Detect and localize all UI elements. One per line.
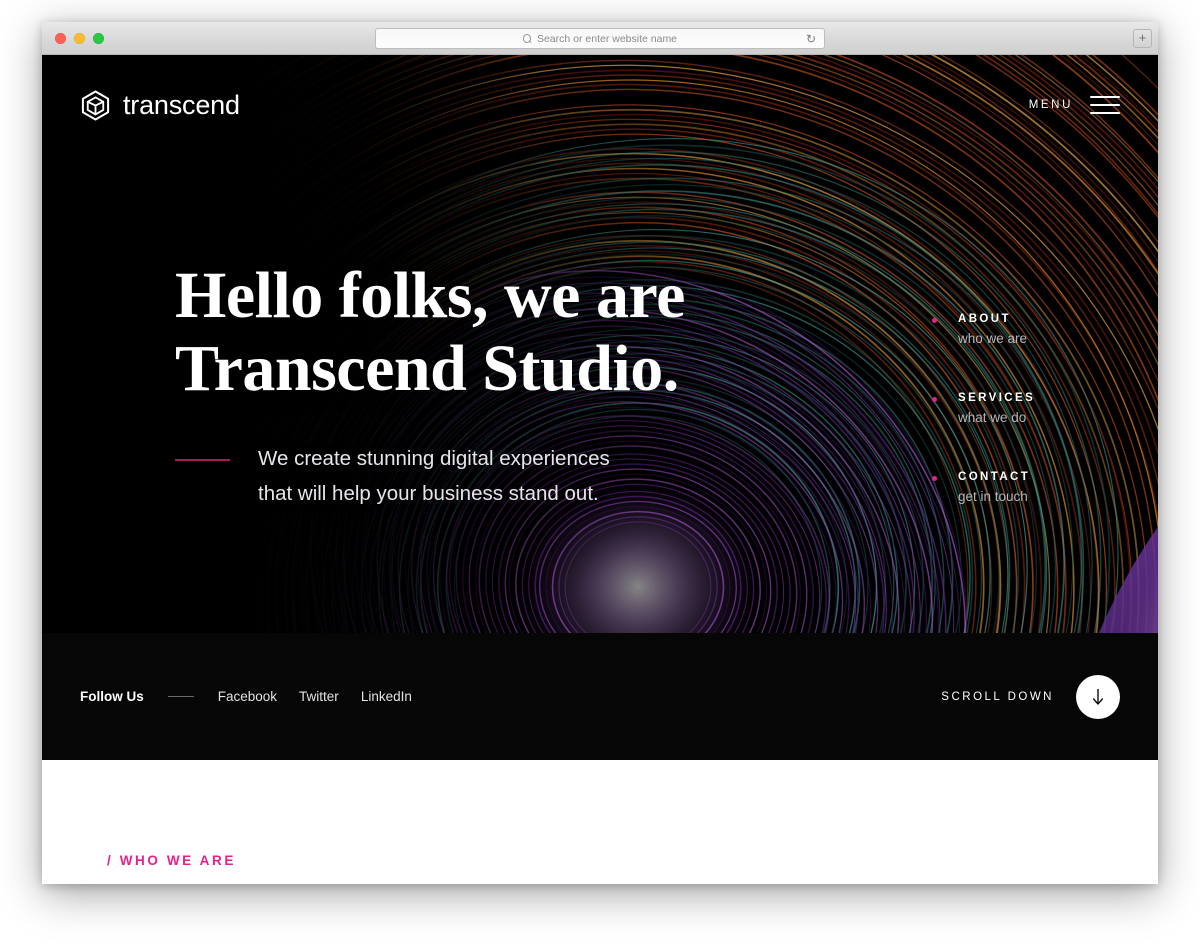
- traffic-lights: [55, 33, 104, 44]
- divider-dash: [167, 696, 194, 697]
- address-bar[interactable]: Search or enter website name ↻: [375, 28, 825, 49]
- hero-sub-bar: Follow Us Facebook Twitter LinkedIn SCRO…: [42, 633, 1158, 760]
- side-nav-item-services[interactable]: SERVICES what we do: [932, 392, 1110, 425]
- social-link-twitter[interactable]: Twitter: [299, 689, 339, 704]
- reload-icon[interactable]: ↻: [806, 33, 816, 45]
- menu-toggle-button[interactable]: MENU: [1029, 96, 1120, 114]
- social-links: Facebook Twitter LinkedIn: [218, 689, 412, 704]
- bullet-icon: [932, 476, 937, 481]
- hero-title-line-1: Hello folks, we are: [175, 259, 685, 332]
- hexagon-cube-icon: [81, 90, 110, 120]
- accent-dash: [175, 459, 230, 461]
- hero-side-nav: ABOUT who we are SERVICES what we do CON…: [932, 313, 1110, 504]
- who-we-are-label: / WHO WE ARE: [107, 853, 236, 868]
- bullet-icon: [932, 397, 937, 402]
- menu-label: MENU: [1028, 99, 1073, 111]
- search-icon: [522, 34, 532, 43]
- who-we-are-section: / WHO WE ARE: [42, 760, 1158, 884]
- side-nav-title: SERVICES: [958, 392, 1036, 404]
- brand-name: transcend: [123, 89, 240, 120]
- browser-window: Search or enter website name ↻ + transce…: [42, 22, 1158, 884]
- address-bar-placeholder: Search or enter website name: [536, 32, 678, 45]
- browser-chrome: Search or enter website name ↻ +: [42, 22, 1158, 55]
- new-tab-button[interactable]: +: [1133, 29, 1152, 48]
- bullet-icon: [932, 318, 937, 323]
- side-nav-desc: get in touch: [958, 489, 1028, 504]
- scroll-down-group[interactable]: SCROLL DOWN: [941, 674, 1120, 719]
- hero-subtitle-line-1: We create stunning digital experiences: [258, 447, 610, 471]
- social-link-linkedin[interactable]: LinkedIn: [361, 689, 412, 704]
- address-bar-inner: Search or enter website name: [522, 32, 678, 45]
- brand-logo[interactable]: transcend: [80, 90, 240, 121]
- hamburger-icon: [1090, 96, 1120, 114]
- hero-title-line-2: Transcend Studio.: [175, 331, 679, 405]
- side-nav-desc: who we are: [958, 331, 1028, 346]
- close-window-button[interactable]: [55, 33, 66, 44]
- side-nav-title: CONTACT: [958, 471, 1031, 483]
- site-header: transcend MENU: [42, 55, 1158, 155]
- follow-us-group: Follow Us Facebook Twitter LinkedIn: [80, 689, 412, 704]
- arrow-down-icon: [1092, 688, 1104, 705]
- maximize-window-button[interactable]: [93, 33, 104, 44]
- side-nav-item-about[interactable]: ABOUT who we are: [932, 313, 1110, 346]
- social-link-facebook[interactable]: Facebook: [218, 689, 277, 704]
- scroll-down-label: SCROLL DOWN: [941, 690, 1054, 703]
- side-nav-item-contact[interactable]: CONTACT get in touch: [932, 471, 1110, 504]
- hero-copy: Hello folks, we are Transcend Studio. We…: [175, 259, 685, 512]
- minimize-window-button[interactable]: [74, 33, 85, 44]
- scroll-down-button[interactable]: [1076, 674, 1120, 719]
- hero-section: transcend MENU Hello folks, we are Trans…: [42, 55, 1158, 633]
- hero-subtitle-row: We create stunning digital experiences t…: [175, 441, 685, 512]
- follow-us-label: Follow Us: [80, 689, 144, 704]
- page-title: Hello folks, we are Transcend Studio.: [175, 259, 685, 405]
- side-nav-desc: what we do: [958, 410, 1027, 425]
- page-viewport: transcend MENU Hello folks, we are Trans…: [42, 55, 1158, 884]
- side-nav-title: ABOUT: [958, 313, 1011, 325]
- hero-subtitle: We create stunning digital experiences t…: [258, 441, 610, 512]
- hero-subtitle-line-2: that will help your business stand out.: [258, 482, 599, 506]
